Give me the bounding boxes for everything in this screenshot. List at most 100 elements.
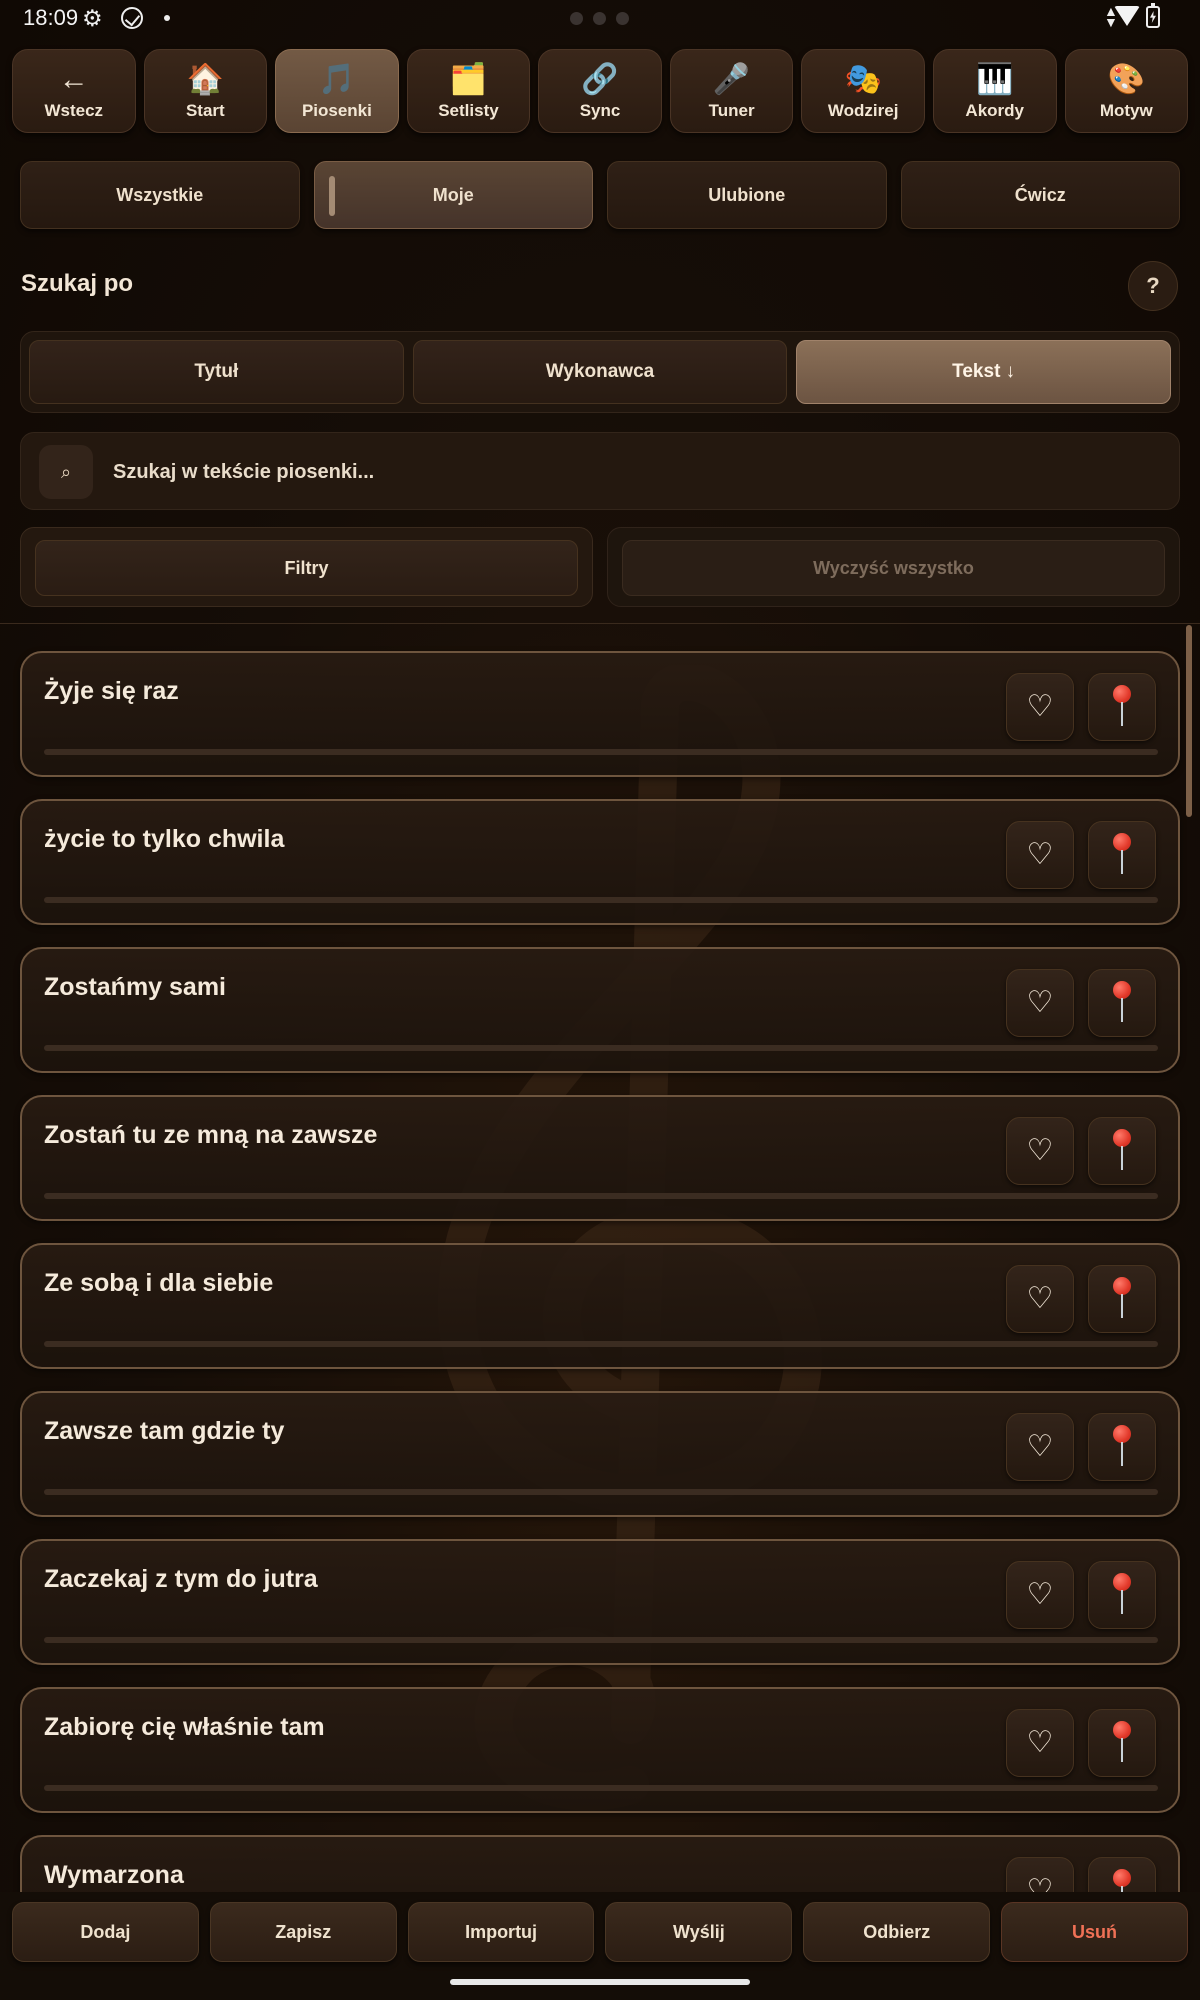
- nav-label: Start: [185, 101, 225, 120]
- help-button[interactable]: ?: [1128, 261, 1178, 311]
- home-indicator[interactable]: [450, 1979, 750, 1985]
- song-card[interactable]: Zabiorę cię właśnie tam ♡: [20, 1687, 1180, 1813]
- zapisz-button[interactable]: Zapisz: [209, 1902, 397, 1962]
- nav-sync-button[interactable]: 🔗 Sync: [538, 49, 662, 133]
- nav-label: Sync: [579, 101, 621, 120]
- heart-icon: ♡: [1026, 1134, 1054, 1167]
- search-mode-tytul[interactable]: Tytuł: [29, 340, 404, 404]
- nav-motyw-button[interactable]: 🎨 Motyw: [1064, 49, 1189, 133]
- song-title: Zostań tu ze mną na zawsze: [44, 1121, 378, 1149]
- clear-all-container: Wyczyść wszystko: [607, 527, 1180, 607]
- wyslij-button[interactable]: Wyślij: [605, 1902, 793, 1962]
- song-progress-track: [44, 1637, 1158, 1643]
- pin-button[interactable]: [1088, 1709, 1156, 1777]
- favorite-button[interactable]: ♡: [1006, 1265, 1074, 1333]
- microphone-icon: 🎤: [712, 63, 751, 96]
- pin-button[interactable]: [1088, 1265, 1156, 1333]
- song-list: Żyje się raz ♡ życie to tylko chwila ♡ Zosta…: [20, 651, 1180, 1892]
- favorite-button[interactable]: ♡: [1006, 673, 1074, 741]
- folder-icon: 🗂️: [449, 63, 488, 96]
- nav-label: Motyw: [1099, 101, 1153, 120]
- song-card[interactable]: Zostań tu ze mną na zawsze ♡: [20, 1095, 1180, 1221]
- nav-piosenki-button[interactable]: 🎵 Piosenki: [275, 49, 399, 133]
- tab-cwicz[interactable]: Ćwicz: [900, 161, 1180, 229]
- piano-icon: 🎹: [976, 63, 1014, 96]
- divider: [0, 623, 1200, 624]
- favorite-button[interactable]: ♡: [1006, 1413, 1074, 1481]
- sync-check-icon: [121, 7, 143, 29]
- masks-icon: 🎭: [844, 63, 882, 96]
- song-card[interactable]: Zaczekaj z tym do jutra ♡: [20, 1539, 1180, 1665]
- pin-button[interactable]: [1088, 1561, 1156, 1629]
- nav-start-button[interactable]: 🏠 Start: [143, 49, 268, 133]
- pin-icon: [1112, 981, 1132, 1025]
- pin-button[interactable]: [1088, 673, 1156, 741]
- favorite-button[interactable]: ♡: [1006, 969, 1074, 1037]
- heart-icon: ♡: [1026, 690, 1054, 723]
- filters-button[interactable]: Filtry: [35, 540, 578, 596]
- song-progress-track: [44, 1193, 1158, 1199]
- search-input[interactable]: [113, 455, 1153, 489]
- notification-dot-icon: [164, 15, 170, 21]
- pin-button[interactable]: [1088, 1857, 1156, 1892]
- tab-wszystkie[interactable]: Wszystkie: [20, 161, 300, 229]
- favorite-button[interactable]: ♡: [1006, 1709, 1074, 1777]
- tab-moje[interactable]: Moje: [313, 161, 593, 229]
- settings-gear-icon: ⚙: [82, 5, 103, 31]
- pin-button[interactable]: [1088, 1413, 1156, 1481]
- favorite-button[interactable]: ♡: [1006, 1857, 1074, 1892]
- tab-ulubione[interactable]: Ulubione: [607, 161, 887, 229]
- status-time: 18:09: [23, 5, 79, 30]
- usun-button[interactable]: Usuń: [1001, 1902, 1188, 1962]
- nav-tuner-button[interactable]: 🎤 Tuner: [669, 49, 794, 133]
- bottom-actions: Dodaj Zapisz Importuj Wyślij Odbierz Usuń: [12, 1902, 1188, 1962]
- song-card[interactable]: życie to tylko chwila ♡: [20, 799, 1180, 925]
- scrollbar[interactable]: [1186, 625, 1192, 817]
- home-icon: 🏠: [186, 63, 225, 96]
- song-progress-track: [44, 1489, 1158, 1495]
- song-title: Wymarzona: [44, 1861, 184, 1889]
- app-root: 18:09 ⚙ ▲ ▼ ← Wstecz 🏠 Start 🎵 Piosenki 🗂️ Setli…: [0, 0, 1200, 2000]
- nav-label: Wodzirej: [827, 101, 899, 120]
- back-arrow-icon: ←: [58, 63, 89, 96]
- pin-icon: [1112, 1425, 1132, 1469]
- favorite-button[interactable]: ♡: [1006, 1561, 1074, 1629]
- nav-wodzirej-button[interactable]: 🎭 Wodzirej: [801, 49, 925, 133]
- song-title: Zaczekaj z tym do jutra: [44, 1565, 318, 1593]
- song-card[interactable]: Ze sobą i dla siebie ♡: [20, 1243, 1180, 1369]
- nav-setlisty-button[interactable]: 🗂️ Setlisty: [406, 49, 531, 133]
- music-note-icon: 🎵: [318, 63, 356, 96]
- song-card[interactable]: Zostańmy sami ♡: [20, 947, 1180, 1073]
- bottom-action-bar: Dodaj Zapisz Importuj Wyślij Odbierz Usuń: [0, 1892, 1200, 2000]
- search-mode-wykonawca[interactable]: Wykonawca: [412, 340, 788, 404]
- song-card[interactable]: Żyje się raz ♡: [20, 651, 1180, 777]
- favorite-button[interactable]: ♡: [1006, 1117, 1074, 1185]
- pin-button[interactable]: [1088, 821, 1156, 889]
- song-progress-track: [44, 1785, 1158, 1791]
- pin-icon: [1112, 1721, 1132, 1765]
- search-mode-tekst[interactable]: Tekst ↓: [796, 340, 1172, 404]
- clear-all-button[interactable]: Wyczyść wszystko: [622, 540, 1165, 596]
- nav-wstecz-button[interactable]: ← Wstecz: [12, 49, 136, 133]
- song-card[interactable]: Zawsze tam gdzie ty ♡: [20, 1391, 1180, 1517]
- heart-icon: ♡: [1026, 838, 1054, 871]
- top-navigation: ← Wstecz 🏠 Start 🎵 Piosenki 🗂️ Setlisty 🔗 Sync 🎤 Tu…: [12, 49, 1189, 133]
- heart-icon: ♡: [1026, 1282, 1054, 1315]
- nav-label: Wstecz: [44, 101, 104, 120]
- favorite-button[interactable]: ♡: [1006, 821, 1074, 889]
- link-icon: 🔗: [581, 63, 619, 96]
- pin-button[interactable]: [1088, 969, 1156, 1037]
- window-pager[interactable]: [570, 12, 629, 25]
- pin-button[interactable]: [1088, 1117, 1156, 1185]
- nav-label: Akordy: [965, 101, 1024, 120]
- odbierz-button[interactable]: Odbierz: [803, 1902, 991, 1962]
- pin-icon: [1112, 685, 1132, 729]
- pin-icon: [1112, 1129, 1132, 1173]
- heart-icon: ♡: [1026, 1874, 1054, 1893]
- nav-akordy-button[interactable]: 🎹 Akordy: [932, 49, 1057, 133]
- search-icon[interactable]: ⌕: [39, 445, 93, 499]
- song-list-viewport[interactable]: Żyje się raz ♡ życie to tylko chwila ♡ Zosta…: [0, 625, 1200, 1892]
- importuj-button[interactable]: Importuj: [407, 1902, 595, 1962]
- dodaj-button[interactable]: Dodaj: [12, 1902, 199, 1962]
- song-card[interactable]: Wymarzona ♡: [20, 1835, 1180, 1892]
